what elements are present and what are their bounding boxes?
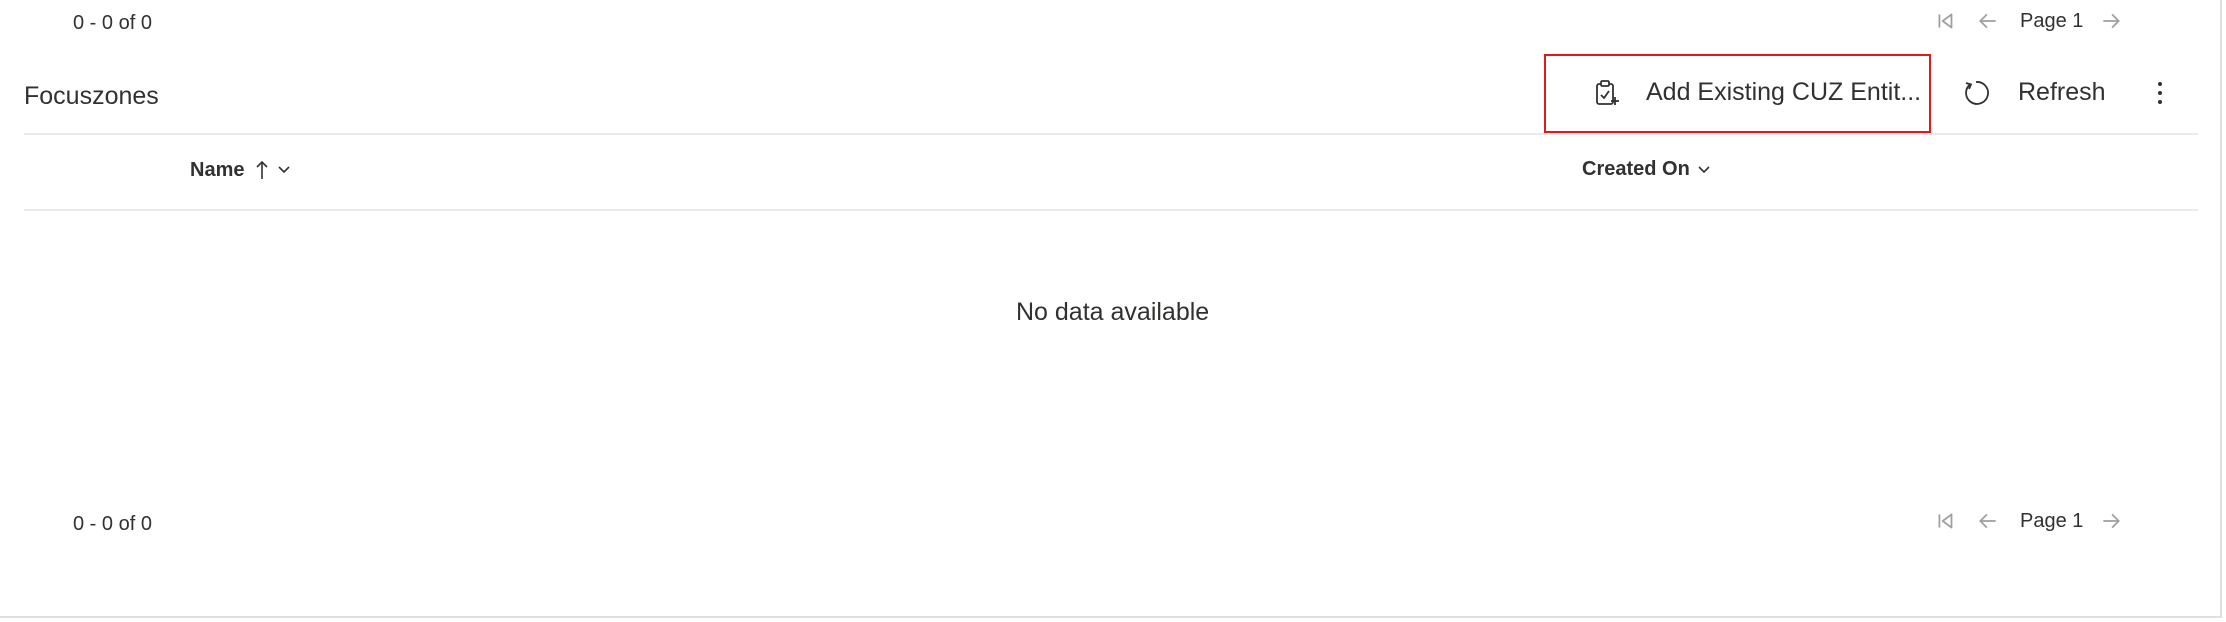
top-record-count: 0 - 0 of 0 bbox=[73, 12, 152, 34]
previous-page-icon[interactable] bbox=[1974, 7, 2002, 35]
more-vertical-icon bbox=[2154, 80, 2166, 106]
next-page-icon[interactable] bbox=[2097, 507, 2125, 535]
add-existing-label: Add Existing CUZ Entit... bbox=[1646, 78, 1922, 106]
column-header-created-on[interactable]: Created On bbox=[1582, 158, 1712, 181]
bottom-page-label: Page 1 bbox=[2020, 509, 2084, 532]
previous-page-icon[interactable] bbox=[1974, 507, 2002, 535]
next-page-icon[interactable] bbox=[2097, 7, 2125, 35]
add-existing-button[interactable]: Add Existing CUZ Entit... bbox=[1594, 78, 1921, 107]
first-page-icon[interactable] bbox=[1932, 7, 1960, 35]
clipboard-add-icon bbox=[1594, 79, 1620, 107]
refresh-label: Refresh bbox=[2018, 78, 2106, 106]
column-header-name-label: Name bbox=[190, 158, 245, 181]
column-header-created-on-label: Created On bbox=[1582, 158, 1690, 180]
subgrid-title: Focuszones bbox=[24, 82, 159, 110]
refresh-icon bbox=[1962, 79, 1990, 107]
empty-state-message: No data available bbox=[1016, 298, 1210, 326]
chevron-down-icon bbox=[270, 162, 292, 178]
sort-ascending-icon bbox=[248, 158, 270, 182]
column-header-divider bbox=[24, 209, 2198, 211]
first-page-icon[interactable] bbox=[1932, 507, 1960, 535]
header-divider bbox=[24, 133, 2198, 135]
top-pager: Page 1 bbox=[1932, 7, 2125, 35]
refresh-button[interactable]: Refresh bbox=[1962, 78, 2106, 107]
subgrid-panel: 0 - 0 of 0 Page 1 Focuszones Add Existin… bbox=[0, 0, 2222, 618]
chevron-down-icon bbox=[1690, 162, 1712, 178]
bottom-record-count: 0 - 0 of 0 bbox=[73, 513, 152, 535]
bottom-pager: Page 1 bbox=[1932, 507, 2125, 535]
more-commands-button[interactable] bbox=[2154, 80, 2166, 106]
column-header-name[interactable]: Name bbox=[190, 158, 292, 182]
top-page-label: Page 1 bbox=[2020, 9, 2084, 32]
